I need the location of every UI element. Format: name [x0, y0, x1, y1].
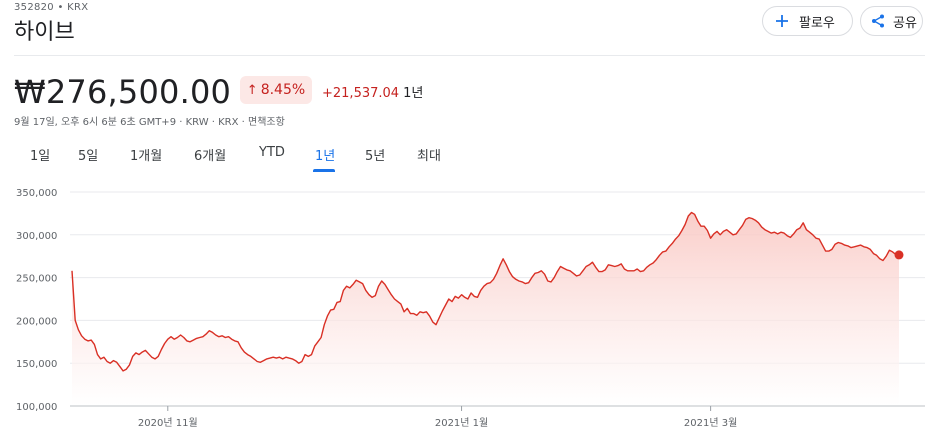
- change-amount-row: +21,537.04 1년: [322, 82, 423, 101]
- header-divider: [14, 55, 925, 56]
- quote-meta: 9월 17일, 오후 6시 6분 6초 GMT+9 · KRW · KRX · …: [14, 117, 285, 128]
- x-tick-label: 2021년 1월: [435, 417, 488, 429]
- tab-ytd[interactable]: YTD: [259, 145, 285, 160]
- change-period: 1년: [403, 86, 424, 101]
- y-tick-label: 150,000: [16, 359, 57, 370]
- follow-button[interactable]: 팔로우: [762, 6, 853, 36]
- y-tick-label: 100,000: [16, 402, 57, 413]
- plus-icon: [775, 14, 789, 28]
- y-tick-label: 350,000: [16, 188, 57, 199]
- ticker-line: 352820 • KRX: [14, 2, 89, 13]
- stock-name: 하이브: [14, 20, 75, 45]
- tab-5y[interactable]: 5년: [365, 145, 385, 164]
- current-price: ₩276,500.00: [14, 73, 232, 111]
- follow-label: 팔로우: [799, 15, 835, 31]
- y-tick-label: 250,000: [16, 274, 57, 285]
- change-amount: +21,537.04: [322, 86, 400, 101]
- price-area-fill: [72, 212, 899, 406]
- share-label: 공유: [893, 15, 917, 31]
- x-tick-label: 2021년 3월: [684, 417, 737, 429]
- tab-1d[interactable]: 1일: [30, 145, 50, 164]
- tab-5d[interactable]: 5일: [78, 145, 98, 164]
- share-button[interactable]: 공유: [860, 6, 923, 36]
- active-tab-indicator: [313, 169, 335, 172]
- price-chart[interactable]: 100,000 150,000 200,000 250,000 300,000 350,0…: [0, 178, 925, 442]
- tab-1y[interactable]: 1년: [315, 145, 335, 164]
- current-price-dot: [894, 250, 904, 260]
- y-tick-label: 200,000: [16, 316, 57, 327]
- arrow-up-icon: ↑: [246, 82, 258, 98]
- tab-max[interactable]: 최대: [417, 145, 441, 164]
- change-percent: 8.45%: [260, 82, 306, 98]
- change-percent-badge: ↑ 8.45%: [240, 76, 312, 104]
- x-tick-label: 2020년 11월: [138, 417, 198, 429]
- tab-1m[interactable]: 1개월: [130, 145, 162, 164]
- share-icon: [871, 14, 885, 28]
- y-tick-label: 300,000: [16, 231, 57, 242]
- tab-6m[interactable]: 6개월: [194, 145, 226, 164]
